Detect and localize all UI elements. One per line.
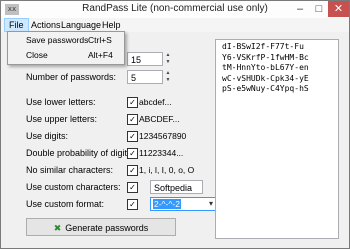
save-shortcut: Ctrl+S xyxy=(88,35,112,45)
password-line: wC-vSHUDk-Cpk34-yE xyxy=(222,73,309,83)
generate-passwords-button[interactable]: ✖ Generate passwords xyxy=(26,218,176,236)
output-lines: dI-BSwI2f-F77t-Fu Y6-VSKrfP-1fwHM-Bc tM-… xyxy=(216,40,338,95)
password-line: pS-e5wNuy-C4Ypq-hS xyxy=(222,84,309,93)
app-window: xx RandPass Lite (non-commercial use onl… xyxy=(0,0,350,249)
generate-label: Generate passwords xyxy=(65,223,149,233)
custom-format-value[interactable]: 2-^-^-2 xyxy=(153,199,181,209)
passwords-output[interactable]: dI-BSwI2f-F77t-Fu Y6-VSKrfP-1fwHM-Bc tM-… xyxy=(215,39,339,239)
upper-letters-example: ABCDEF... xyxy=(139,114,180,124)
menu-item-save-passwords[interactable]: Save passwords Ctrl+S xyxy=(8,33,124,48)
menu-file[interactable]: File xyxy=(4,18,29,32)
password-line: Y6-VSKrfP-1fwHM-Bc xyxy=(222,52,309,62)
minimize-button[interactable]: – xyxy=(291,1,309,17)
digits-example: 1234567890 xyxy=(139,131,187,141)
spin-down-icon[interactable]: ▼ xyxy=(163,59,173,66)
save-passwords-label: Save passwords xyxy=(26,35,89,45)
double-digits-checkbox[interactable]: ✓ xyxy=(127,148,138,159)
password-count-label: Number of passwords: xyxy=(26,72,117,82)
file-menu-dropdown: Save passwords Ctrl+S Close Alt+F4 xyxy=(7,31,125,65)
custom-chars-input[interactable]: Softpedia xyxy=(150,180,203,194)
spin-down-icon[interactable]: ▼ xyxy=(163,77,173,84)
close-label: Close xyxy=(26,50,48,60)
custom-format-checkbox[interactable]: ✓ xyxy=(127,199,138,210)
chevron-down-icon[interactable]: ▾ xyxy=(209,198,213,210)
password-line: tM-HnnYto-bL67Y-en xyxy=(222,63,309,72)
menu-item-close[interactable]: Close Alt+F4 xyxy=(8,48,124,63)
custom-format-select[interactable]: 2-^-^-2 ▾ xyxy=(150,197,216,211)
lower-letters-checkbox[interactable]: ✓ xyxy=(127,97,138,108)
digits-checkbox[interactable]: ✓ xyxy=(127,131,138,142)
no-similar-example: 1, i, l, I, 0, o, O xyxy=(139,165,195,175)
password-count-input[interactable]: 5 xyxy=(127,70,163,84)
double-digits-label: Double probability of digits: xyxy=(26,148,135,158)
title-bar: xx RandPass Lite (non-commercial use onl… xyxy=(1,1,349,19)
menu-bar: File Actions Language Help xyxy=(1,18,349,32)
digits-label: Use digits: xyxy=(26,131,69,141)
double-digits-example: 11223344... xyxy=(139,148,184,158)
custom-chars-label: Use custom characters: xyxy=(26,182,121,192)
no-similar-label: No similar characters: xyxy=(26,165,114,175)
maximize-button[interactable]: □ xyxy=(310,1,328,17)
lower-letters-label: Use lower letters: xyxy=(26,97,96,107)
menu-help[interactable]: Help xyxy=(98,18,125,32)
password-length-input[interactable]: 15 xyxy=(127,52,163,66)
password-length-stepper[interactable]: ▲ ▼ xyxy=(163,52,173,66)
password-count-stepper[interactable]: ▲ ▼ xyxy=(163,70,173,84)
custom-chars-checkbox[interactable]: ✓ xyxy=(127,182,138,193)
spin-up-icon[interactable]: ▲ xyxy=(163,70,173,77)
custom-format-label: Use custom format: xyxy=(26,199,105,209)
password-line: dI-BSwI2f-F77t-Fu xyxy=(222,42,304,51)
lower-letters-example: abcdef... xyxy=(139,97,172,107)
generate-icon: ✖ xyxy=(53,223,62,233)
spin-up-icon[interactable]: ▲ xyxy=(163,52,173,59)
close-window-button[interactable]: ✕ xyxy=(328,1,349,17)
no-similar-checkbox[interactable]: ✓ xyxy=(127,165,138,176)
close-shortcut: Alt+F4 xyxy=(88,50,113,60)
upper-letters-label: Use upper letters: xyxy=(26,114,98,124)
upper-letters-checkbox[interactable]: ✓ xyxy=(127,114,138,125)
